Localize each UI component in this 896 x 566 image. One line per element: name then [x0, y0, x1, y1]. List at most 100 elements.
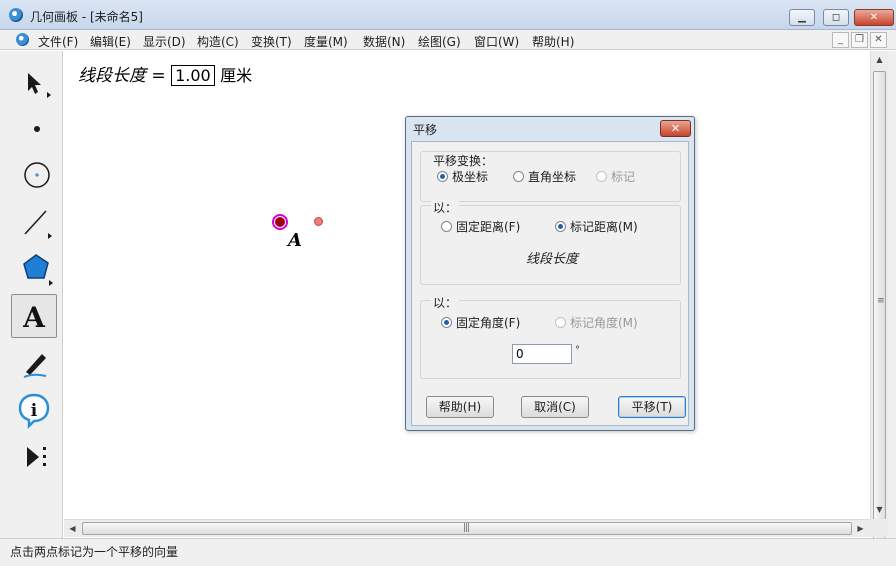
information-icon: i — [18, 393, 50, 429]
status-bar: 点击两点标记为一个平移的向量 — [0, 538, 896, 566]
window-right-edge — [888, 51, 896, 566]
menu-transform[interactable]: 变换(T) — [251, 33, 292, 50]
radio-marked-distance-label: 标记距离(M) — [570, 220, 638, 234]
radio-marked-angle: 标记角度(M) — [555, 314, 638, 331]
measurement-unit: 厘米 — [220, 66, 253, 85]
scroll-down-arrow[interactable]: ▼ — [871, 501, 888, 518]
window-title: 几何画板 - [未命名5] — [30, 10, 143, 24]
dialog-close-button[interactable]: ✕ — [660, 120, 691, 137]
hscroll-grip-icon: ||| — [463, 523, 470, 533]
compass-tool[interactable] — [11, 152, 57, 196]
text-tool[interactable]: A — [11, 294, 57, 338]
measurement-value: 1.00 — [171, 65, 215, 86]
menu-display[interactable]: 显示(D) — [143, 33, 186, 50]
information-tool[interactable]: i — [11, 387, 57, 431]
compass-icon — [24, 162, 50, 188]
angle-group — [420, 300, 681, 379]
distance-group — [420, 205, 681, 285]
radio-fixed-distance-indicator — [441, 221, 452, 232]
menu-measure[interactable]: 度量(M) — [304, 33, 348, 50]
straightedge-tool[interactable] — [11, 199, 57, 243]
arrow-icon — [28, 73, 51, 98]
point-b[interactable] — [314, 217, 323, 226]
svg-text:i: i — [31, 401, 38, 421]
point-tool[interactable] — [11, 105, 57, 149]
radio-marked-indicator — [596, 171, 607, 182]
vertical-scroll-thumb[interactable]: ≡ — [873, 71, 886, 552]
status-text: 点击两点标记为一个平移的向量 — [10, 545, 179, 559]
toolbox: A i — [0, 51, 63, 538]
close-button[interactable]: ✕ — [854, 9, 894, 26]
maximize-button[interactable]: ◻ — [823, 9, 849, 26]
doc-restore-button[interactable]: ❐ — [851, 32, 868, 48]
polygon-tool[interactable] — [11, 246, 57, 290]
scroll-left-arrow[interactable]: ◀ — [64, 520, 81, 537]
menu-edit[interactable]: 编辑(E) — [90, 33, 131, 50]
radio-marked-angle-indicator — [555, 317, 566, 328]
menu-graph[interactable]: 绘图(G) — [418, 33, 461, 50]
point-a[interactable] — [275, 217, 285, 227]
translate-dialog: 平移 ✕ 平移变换： 极坐标 直角坐标 标记 以： 固定距离(F) 标记距离(M… — [405, 116, 695, 431]
text-icon: A — [22, 301, 46, 334]
polygon-icon — [23, 254, 53, 286]
custom-tool[interactable] — [11, 434, 57, 478]
menu-help[interactable]: 帮助(H) — [532, 33, 574, 50]
radio-polar-indicator — [437, 171, 448, 182]
svg-text:A: A — [22, 301, 46, 334]
radio-fixed-angle[interactable]: 固定角度(F) — [441, 314, 520, 331]
radio-fixed-distance[interactable]: 固定距离(F) — [441, 218, 520, 235]
app-icon — [9, 8, 23, 22]
doc-close-button[interactable]: ✕ — [870, 32, 887, 48]
radio-fixed-angle-label: 固定角度(F) — [456, 316, 521, 330]
angle-group-title: 以： — [431, 294, 460, 311]
point-a-label[interactable]: A — [288, 230, 302, 251]
dialog-title: 平移 — [413, 123, 438, 137]
horizontal-scroll-thumb[interactable]: ||| — [82, 522, 852, 535]
menu-data[interactable]: 数据(N) — [363, 33, 405, 50]
radio-fixed-angle-indicator — [441, 317, 452, 328]
doc-minimize-button[interactable]: _ — [832, 32, 849, 48]
menu-window[interactable]: 窗口(W) — [474, 33, 519, 50]
degree-symbol: ° — [575, 345, 580, 356]
menu-construct[interactable]: 构造(C) — [197, 33, 239, 50]
document-icon[interactable] — [16, 33, 29, 46]
arrow-tool[interactable] — [11, 61, 57, 105]
radio-marked-distance-indicator — [555, 221, 566, 232]
radio-marked-distance[interactable]: 标记距离(M) — [555, 218, 638, 235]
segment-icon — [24, 210, 52, 239]
radio-marked-label: 标记 — [611, 170, 636, 184]
radio-polar[interactable]: 极坐标 — [437, 168, 488, 185]
measurement-equals: = — [151, 66, 166, 86]
scroll-up-arrow[interactable]: ▲ — [871, 51, 888, 68]
radio-marked: 标记 — [596, 168, 635, 185]
help-button[interactable]: 帮助(H) — [426, 396, 494, 418]
radio-rectangular-label: 直角坐标 — [528, 170, 577, 184]
scroll-corner — [870, 519, 888, 537]
title-bar: 几何画板 - [未命名5] ▁ ◻ ✕ — [0, 0, 896, 30]
radio-rectangular-indicator — [513, 171, 524, 182]
translate-button[interactable]: 平移(T) — [618, 396, 686, 418]
scroll-right-arrow[interactable]: ▶ — [852, 520, 869, 537]
point-icon — [34, 126, 40, 132]
dialog-body: 平移变换： 极坐标 直角坐标 标记 以： 固定距离(F) 标记距离(M) 线段长… — [411, 141, 689, 426]
custom-tool-icon — [27, 447, 46, 467]
radio-rectangular[interactable]: 直角坐标 — [513, 168, 576, 185]
radio-fixed-distance-label: 固定距离(F) — [456, 220, 521, 234]
cancel-button[interactable]: 取消(C) — [521, 396, 589, 418]
marker-icon — [23, 354, 47, 378]
horizontal-scrollbar[interactable]: ◀ ||| ▶ — [64, 519, 870, 537]
minimize-button[interactable]: ▁ — [789, 9, 815, 26]
measurement-display[interactable]: 线段长度 = 1.00 厘米 — [78, 61, 252, 86]
radio-marked-angle-label: 标记角度(M) — [570, 316, 638, 330]
marker-tool[interactable] — [11, 340, 57, 384]
menu-file[interactable]: 文件(F) — [38, 33, 78, 50]
angle-input[interactable]: 0 — [512, 344, 572, 364]
vertical-scrollbar[interactable]: ▲ ≡ ▼ — [870, 51, 888, 552]
radio-polar-label: 极坐标 — [452, 170, 489, 184]
scroll-grip-icon: ≡ — [877, 296, 885, 306]
transform-type-title: 平移变换： — [431, 152, 496, 169]
menu-bar: 文件(F) 编辑(E) 显示(D) 构造(C) 变换(T) 度量(M) 数据(N… — [0, 30, 896, 50]
distance-group-title: 以： — [431, 199, 460, 216]
marked-distance-value: 线段长度 — [526, 252, 579, 267]
measurement-label: 线段长度 — [78, 66, 146, 86]
